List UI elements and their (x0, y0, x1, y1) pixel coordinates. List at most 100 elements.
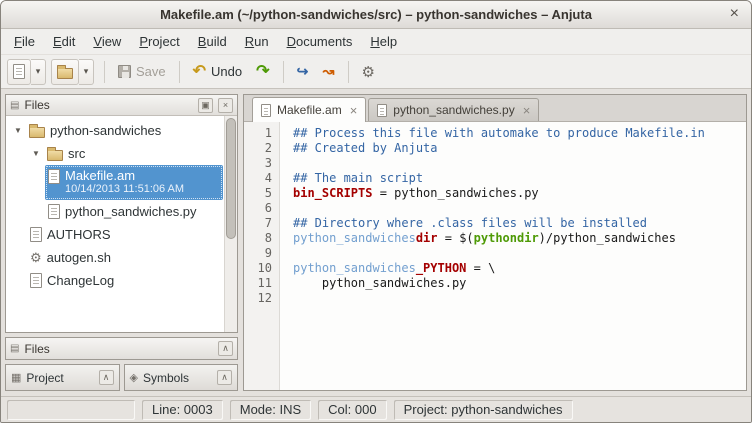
line-number: 6 (244, 201, 272, 216)
code-line-12[interactable] (293, 291, 746, 306)
open-file-button[interactable] (51, 59, 79, 85)
tree-item-python-sandwiches[interactable]: ▼python-sandwiches (6, 119, 237, 142)
files-panel: ▤ Files ▣ × ▼python-sandwiches▼srcMakefi… (5, 94, 238, 333)
collapse-icon[interactable]: ∧ (99, 370, 114, 385)
left-dock: ▤ Files ▣ × ▼python-sandwiches▼srcMakefi… (5, 94, 238, 391)
code-line-2[interactable]: ## Created by Anjuta (293, 141, 746, 156)
tree-scrollbar-thumb[interactable] (226, 118, 236, 239)
save-button[interactable]: Save (112, 59, 172, 85)
files-panel-title: Files (24, 98, 193, 112)
new-file-dropdown-icon[interactable]: ▾ (31, 59, 46, 85)
menu-build[interactable]: Build (189, 29, 236, 54)
statusbar-project: Project: python-sandwiches (394, 400, 573, 420)
undo-button[interactable]: ↶ Undo (187, 59, 248, 85)
editor-tabbar: Makefile.am×python_sandwiches.py× (244, 95, 746, 122)
menu-project[interactable]: Project (130, 29, 188, 54)
tree-scrollbar[interactable] (224, 116, 237, 332)
expander-icon[interactable]: ▼ (12, 126, 24, 135)
folder-icon (29, 127, 45, 138)
tree-item-autogen-sh[interactable]: ⚙autogen.sh (6, 246, 237, 269)
save-button-label: Save (136, 64, 166, 79)
files-collapsed-panel[interactable]: ▤ Files ∧ (5, 337, 238, 360)
jump-to-definition-icon: ↪ (297, 63, 309, 80)
collapse-icon[interactable]: ∧ (218, 341, 233, 356)
line-number: 4 (244, 171, 272, 186)
symbols-icon: ◈ (130, 371, 138, 384)
titlebar[interactable]: Makefile.am (~/python-sandwiches/src) – … (1, 1, 751, 29)
editor-panel: Makefile.am×python_sandwiches.py× 123456… (243, 94, 747, 391)
menu-help[interactable]: Help (361, 29, 406, 54)
menu-file[interactable]: File (5, 29, 44, 54)
code-line-5[interactable]: bin_SCRIPTS = python_sandwiches.py (293, 186, 746, 201)
menu-view[interactable]: View (84, 29, 130, 54)
undo-button-label: Undo (211, 64, 242, 79)
menu-edit[interactable]: Edit (44, 29, 84, 54)
code-line-9[interactable] (293, 246, 746, 261)
jump-to-declaration-icon: ↝ (323, 63, 335, 80)
tree-item-authors[interactable]: AUTHORS (6, 223, 237, 246)
menubar: FileEditViewProjectBuildRunDocumentsHelp (1, 29, 751, 55)
editor-tab-label: Makefile.am (277, 103, 342, 117)
code-token: = \ (466, 261, 495, 275)
script-icon: ⚙ (30, 251, 42, 265)
tab-close-icon[interactable]: × (350, 104, 358, 117)
statusbar: Line: 0003 Mode: INS Col: 000 Project: p… (1, 396, 751, 422)
new-file-button[interactable] (7, 59, 31, 85)
tab-project-label: Project (26, 371, 63, 385)
code-line-4[interactable]: ## The main script (293, 171, 746, 186)
code-line-1[interactable]: ## Process this file with automake to pr… (293, 126, 746, 141)
jump-to-definition-button[interactable]: ↪ (291, 59, 315, 85)
toolbar: ▾ ▾ Save ↶ Undo ↷ ↪ ↝ ⚙ (1, 55, 751, 89)
tree-item-label: AUTHORS (47, 227, 111, 242)
code-lines[interactable]: ## Process this file with automake to pr… (280, 122, 746, 390)
code-token: bin_SCRIPTS (293, 186, 372, 200)
files-collapsed-title: Files (24, 342, 213, 356)
line-number: 2 (244, 141, 272, 156)
code-token: ## Created by Anjuta (293, 141, 438, 155)
toolbar-separator (104, 61, 105, 83)
expander-icon[interactable]: ▼ (30, 149, 42, 158)
tab-close-icon[interactable]: × (523, 104, 531, 117)
code-token: = $( (438, 231, 474, 245)
tree-item-python-sandwiches-py[interactable]: python_sandwiches.py (6, 200, 237, 223)
menu-documents[interactable]: Documents (278, 29, 362, 54)
redo-button[interactable]: ↷ (250, 59, 275, 85)
tree-item-src[interactable]: ▼ src (6, 142, 237, 165)
collapse-icon[interactable]: ∧ (217, 370, 232, 385)
window-close-button[interactable]: × (730, 5, 739, 23)
editor-tab-makefile-am[interactable]: Makefile.am × (252, 97, 366, 122)
tree-item-label: src (68, 146, 85, 161)
code-token: _PYTHON (416, 261, 467, 275)
redo-icon: ↷ (256, 64, 269, 80)
code-token: dir (416, 231, 438, 245)
tree-item-makefile-am[interactable]: Makefile.am10/14/2013 11:51:06 AM (45, 165, 223, 200)
dock-close-button[interactable]: × (218, 98, 233, 113)
tree-item-label: ChangeLog (47, 273, 114, 288)
code-line-6[interactable] (293, 201, 746, 216)
code-token: pythondir (474, 231, 539, 245)
tab-project[interactable]: ▦ Project ∧ (5, 364, 120, 391)
open-file-dropdown-icon[interactable]: ▾ (79, 59, 94, 85)
code-line-7[interactable]: ## Directory where .class files will be … (293, 216, 746, 231)
files-panel-header[interactable]: ▤ Files ▣ × (6, 95, 237, 116)
jump-to-declaration-button[interactable]: ↝ (317, 59, 341, 85)
editor-tab-python-sandwiches-py[interactable]: python_sandwiches.py× (368, 98, 539, 121)
window-title: Makefile.am (~/python-sandwiches/src) – … (160, 7, 592, 22)
project-icon: ▦ (11, 371, 21, 384)
menu-run[interactable]: Run (236, 29, 278, 54)
code-line-3[interactable] (293, 156, 746, 171)
code-token: python_sandwiches (293, 261, 416, 275)
code-line-8[interactable]: python_sandwichesdir = $(pythondir)/pyth… (293, 231, 746, 246)
preferences-button[interactable]: ⚙ (356, 59, 381, 85)
tree-item-changelog[interactable]: ChangeLog (6, 269, 237, 292)
file-icon (48, 169, 60, 184)
tab-symbols[interactable]: ◈ Symbols ∧ (124, 364, 239, 391)
file-icon (30, 273, 42, 288)
code-token: = python_sandwiches.py (372, 186, 538, 200)
code-line-11[interactable]: python_sandwiches.py (293, 276, 746, 291)
dock-float-button[interactable]: ▣ (198, 98, 213, 113)
code-area[interactable]: 123456789101112 ## Process this file wit… (244, 122, 746, 390)
tree-item-text: src (68, 146, 85, 161)
code-line-10[interactable]: python_sandwiches_PYTHON = \ (293, 261, 746, 276)
line-number: 10 (244, 261, 272, 276)
